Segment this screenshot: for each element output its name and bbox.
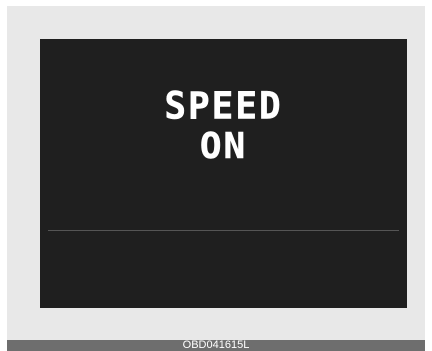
display-line-speed: SPEED bbox=[164, 84, 283, 128]
figure-code-caption: OBD041615L bbox=[7, 340, 425, 351]
display-divider bbox=[48, 230, 399, 231]
display-line-on: ON bbox=[199, 126, 248, 167]
cluster-display: SPEED ON bbox=[40, 39, 407, 308]
